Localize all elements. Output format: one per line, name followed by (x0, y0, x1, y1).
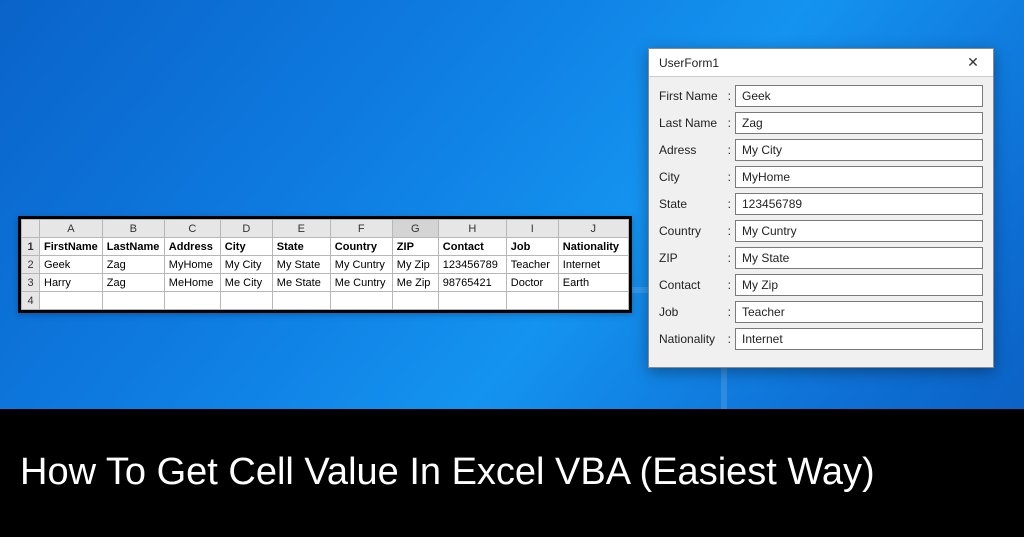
excel-header-row: 1 FirstName LastName Address City State … (22, 238, 629, 256)
header-cell[interactable]: LastName (102, 238, 164, 256)
empty-cell[interactable] (102, 292, 164, 310)
column-letter[interactable]: I (506, 220, 558, 238)
column-letter[interactable]: H (438, 220, 506, 238)
label-nationality: Nationality: (659, 332, 735, 346)
data-cell[interactable]: Teacher (506, 256, 558, 274)
data-cell[interactable]: My State (272, 256, 330, 274)
empty-cell[interactable] (392, 292, 438, 310)
job-field[interactable]: Teacher (735, 301, 983, 323)
form-row-country: Country: My Cuntry (659, 220, 983, 242)
label-contact: Contact: (659, 278, 735, 292)
data-cell[interactable]: 123456789 (438, 256, 506, 274)
empty-cell[interactable] (40, 292, 103, 310)
label-city: City: (659, 170, 735, 184)
header-cell[interactable]: Country (330, 238, 392, 256)
data-cell[interactable]: Me Zip (392, 274, 438, 292)
data-cell[interactable]: Internet (558, 256, 628, 274)
form-row-address: Adress: My City (659, 139, 983, 161)
data-cell[interactable]: Geek (40, 256, 103, 274)
column-letter[interactable]: E (272, 220, 330, 238)
empty-cell[interactable] (272, 292, 330, 310)
header-cell[interactable]: Job (506, 238, 558, 256)
row-number[interactable]: 4 (22, 292, 40, 310)
data-cell[interactable]: Me City (220, 274, 272, 292)
label-firstname: First Name: (659, 89, 735, 103)
data-cell[interactable]: Me State (272, 274, 330, 292)
header-cell[interactable]: Contact (438, 238, 506, 256)
header-cell[interactable]: City (220, 238, 272, 256)
label-lastname: Last Name: (659, 116, 735, 130)
row-number[interactable]: 2 (22, 256, 40, 274)
data-cell[interactable]: 98765421 (438, 274, 506, 292)
table-row: 3 Harry Zag MeHome Me City Me State Me C… (22, 274, 629, 292)
form-row-state: State: 123456789 (659, 193, 983, 215)
userform-body: First Name: Geek Last Name: Zag Adress: … (649, 77, 993, 367)
data-cell[interactable]: Doctor (506, 274, 558, 292)
excel-table: A B C D E F G H I J 1 FirstName LastName… (21, 219, 629, 310)
data-cell[interactable]: Earth (558, 274, 628, 292)
header-cell[interactable]: Nationality (558, 238, 628, 256)
address-field[interactable]: My City (735, 139, 983, 161)
state-field[interactable]: 123456789 (735, 193, 983, 215)
article-title: How To Get Cell Value In Excel VBA (Easi… (20, 450, 875, 496)
city-field[interactable]: MyHome (735, 166, 983, 188)
userform-titlebar[interactable]: UserForm1 ✕ (649, 49, 993, 77)
form-row-firstname: First Name: Geek (659, 85, 983, 107)
data-cell[interactable]: Harry (40, 274, 103, 292)
data-cell[interactable]: Zag (102, 274, 164, 292)
table-row: 2 Geek Zag MyHome My City My State My Cu… (22, 256, 629, 274)
excel-corner-cell[interactable] (22, 220, 40, 238)
column-letter[interactable]: A (40, 220, 103, 238)
article-title-bar: How To Get Cell Value In Excel VBA (Easi… (0, 409, 1024, 537)
header-cell[interactable]: FirstName (40, 238, 103, 256)
form-row-job: Job: Teacher (659, 301, 983, 323)
column-letter[interactable]: C (164, 220, 220, 238)
form-row-lastname: Last Name: Zag (659, 112, 983, 134)
column-letter[interactable]: D (220, 220, 272, 238)
form-row-city: City: MyHome (659, 166, 983, 188)
data-cell[interactable]: MyHome (164, 256, 220, 274)
column-letter[interactable]: J (558, 220, 628, 238)
header-cell[interactable]: State (272, 238, 330, 256)
lastname-field[interactable]: Zag (735, 112, 983, 134)
column-letter-selected[interactable]: G (392, 220, 438, 238)
column-letter[interactable]: B (102, 220, 164, 238)
header-cell[interactable]: Address (164, 238, 220, 256)
excel-grid: A B C D E F G H I J 1 FirstName LastName… (18, 216, 632, 313)
data-cell[interactable]: My Zip (392, 256, 438, 274)
row-number[interactable]: 1 (22, 238, 40, 256)
label-country: Country: (659, 224, 735, 238)
label-address: Adress: (659, 143, 735, 157)
userform-title: UserForm1 (659, 56, 719, 70)
country-field[interactable]: My Cuntry (735, 220, 983, 242)
close-icon[interactable]: ✕ (959, 53, 987, 73)
form-row-contact: Contact: My Zip (659, 274, 983, 296)
nationality-field[interactable]: Internet (735, 328, 983, 350)
empty-cell[interactable] (330, 292, 392, 310)
zip-field[interactable]: My State (735, 247, 983, 269)
label-zip: ZIP: (659, 251, 735, 265)
excel-column-letters-row: A B C D E F G H I J (22, 220, 629, 238)
empty-cell[interactable] (164, 292, 220, 310)
data-cell[interactable]: My Cuntry (330, 256, 392, 274)
empty-cell[interactable] (558, 292, 628, 310)
data-cell[interactable]: My City (220, 256, 272, 274)
data-cell[interactable]: MeHome (164, 274, 220, 292)
row-number[interactable]: 3 (22, 274, 40, 292)
empty-cell[interactable] (438, 292, 506, 310)
column-letter[interactable]: F (330, 220, 392, 238)
firstname-field[interactable]: Geek (735, 85, 983, 107)
table-row-empty: 4 (22, 292, 629, 310)
label-state: State: (659, 197, 735, 211)
empty-cell[interactable] (506, 292, 558, 310)
label-job: Job: (659, 305, 735, 319)
header-cell[interactable]: ZIP (392, 238, 438, 256)
userform-window[interactable]: UserForm1 ✕ First Name: Geek Last Name: … (648, 48, 994, 368)
form-row-nationality: Nationality: Internet (659, 328, 983, 350)
data-cell[interactable]: Me Cuntry (330, 274, 392, 292)
empty-cell[interactable] (220, 292, 272, 310)
data-cell[interactable]: Zag (102, 256, 164, 274)
contact-field[interactable]: My Zip (735, 274, 983, 296)
form-row-zip: ZIP: My State (659, 247, 983, 269)
